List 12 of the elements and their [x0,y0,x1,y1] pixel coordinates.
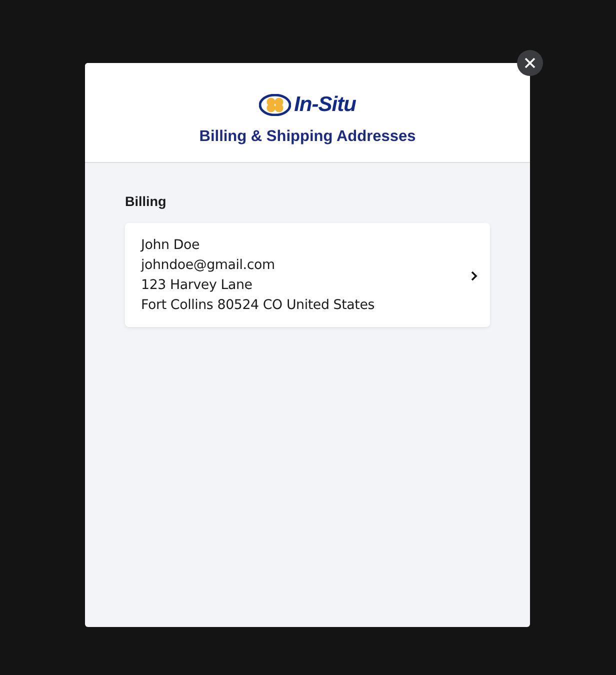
chevron-right-icon [470,270,478,282]
address-line: Fort Collins 80524 CO United States [141,297,376,315]
dialog-title: Billing & Shipping Addresses [199,128,416,146]
brand-logo: In-Situ [294,93,356,117]
close-button[interactable] [517,50,543,76]
address-line: johndoe@gmail.com [141,257,276,275]
section-heading: Billing [125,194,168,209]
address-line: John Doe [141,237,201,255]
logo-icon [259,94,292,116]
close-icon [524,57,536,69]
address-card[interactable]: John Doe johndoe@gmail.com 123 Harvey Lane Fort Collins 80524 CO United States [125,223,490,327]
address-line: 123 Harvey Lane [141,277,254,295]
